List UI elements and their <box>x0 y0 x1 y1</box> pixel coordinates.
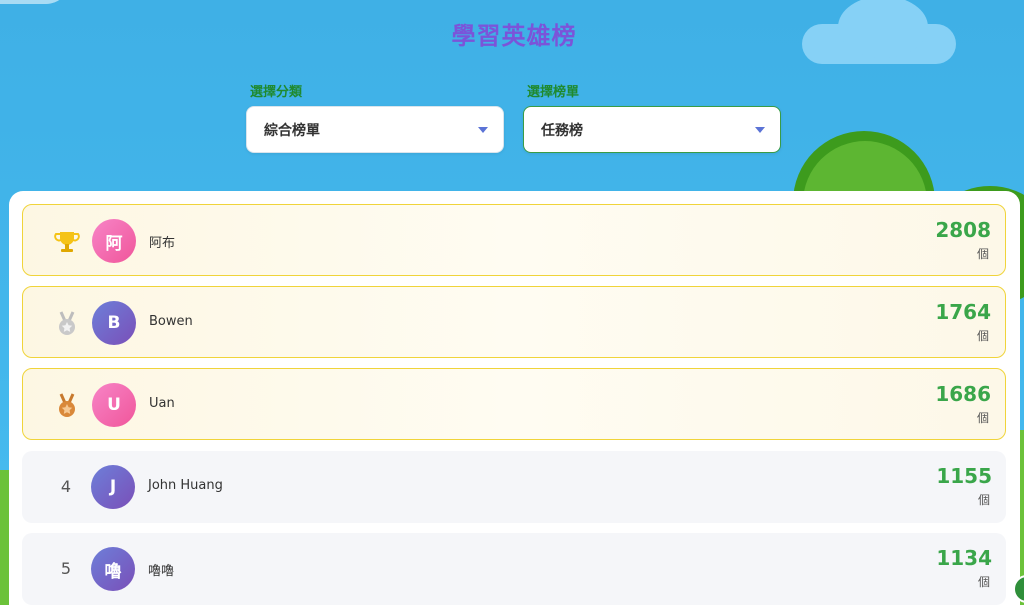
silver-medal-icon <box>52 309 82 339</box>
player-score: 1686 <box>935 382 991 406</box>
leaderboard-row: 4 J John Huang 1155 個 <box>22 451 1006 523</box>
chevron-down-icon <box>755 127 765 133</box>
player-name: John Huang <box>148 478 223 493</box>
board-label: 選擇榜單 <box>527 85 580 100</box>
leaderboard-panel: 阿 阿布 2808 個 B Bowen 1764 個 U Uan 1686 個 <box>9 191 1020 605</box>
avatar: 嚕 <box>91 547 135 591</box>
page-title: 學習英雄榜 <box>451 22 577 50</box>
player-score: 1764 <box>935 300 991 324</box>
score-unit: 個 <box>976 411 989 425</box>
cloud-decoration <box>0 0 70 4</box>
player-name: Bowen <box>149 314 193 329</box>
rank-number: 4 <box>60 477 72 496</box>
player-score: 1134 <box>936 546 992 570</box>
leaderboard-row: B Bowen 1764 個 <box>22 286 1006 358</box>
player-name: Uan <box>149 396 175 411</box>
score-unit: 個 <box>976 329 989 343</box>
leaderboard-row: 5 嚕 嚕嚕 1134 個 <box>22 533 1006 605</box>
player-score: 1155 <box>936 464 992 488</box>
score-unit: 個 <box>977 575 990 589</box>
category-select-value: 綜合榜單 <box>264 122 320 139</box>
player-name: 阿布 <box>149 236 176 251</box>
category-select[interactable]: 綜合榜單 <box>246 106 504 153</box>
leaderboard-row: 阿 阿布 2808 個 <box>22 204 1006 276</box>
leaderboard-row: U Uan 1686 個 <box>22 368 1006 440</box>
chevron-down-icon <box>478 127 488 133</box>
score-unit: 個 <box>977 493 990 507</box>
avatar: 阿 <box>92 219 136 263</box>
score-unit: 個 <box>976 247 989 261</box>
board-select[interactable]: 任務榜 <box>523 106 781 153</box>
category-label: 選擇分類 <box>250 85 303 100</box>
bronze-medal-icon <box>52 391 82 421</box>
avatar: U <box>92 383 136 427</box>
trophy-icon <box>52 227 82 257</box>
rank-number: 5 <box>60 559 72 578</box>
player-name: 嚕嚕 <box>148 564 175 579</box>
player-score: 2808 <box>935 218 991 242</box>
board-select-value: 任務榜 <box>541 122 583 139</box>
avatar: J <box>91 465 135 509</box>
avatar: B <box>92 301 136 345</box>
